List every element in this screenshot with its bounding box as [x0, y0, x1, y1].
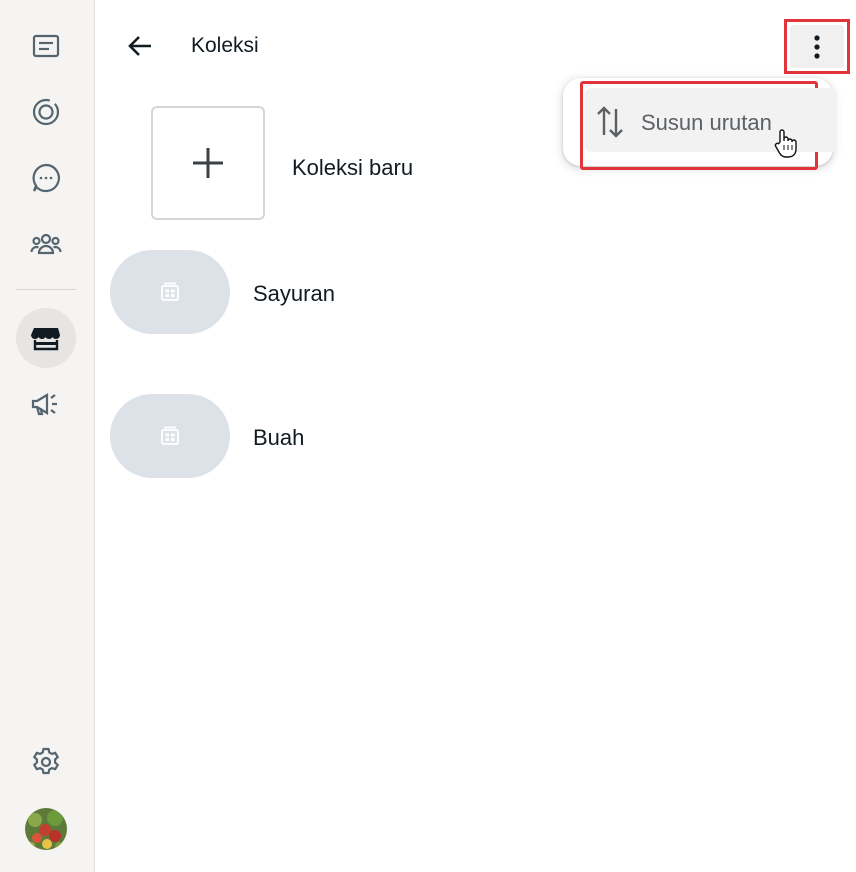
- sort-menu-label: Susun urutan: [641, 110, 772, 135]
- sidebar-item-chats[interactable]: [16, 16, 76, 76]
- arrow-left-icon: [128, 36, 151, 56]
- collection-item-sayuran[interactable]: Sayuran: [110, 250, 710, 334]
- community-icon: [30, 233, 62, 255]
- more-options-button-bg: [790, 25, 844, 68]
- catalog-icon: [161, 426, 179, 445]
- avatar[interactable]: [25, 808, 67, 850]
- new-collection-label[interactable]: Koleksi baru: [292, 155, 413, 181]
- sort-arrows-icon: [597, 106, 623, 138]
- collection-label: Sayuran: [253, 281, 335, 306]
- plus-icon: [193, 148, 223, 178]
- sidebar-item-catalog[interactable]: [16, 308, 76, 368]
- sidebar-divider: [16, 289, 76, 290]
- new-collection-button[interactable]: [151, 106, 265, 220]
- sidebar-item-communities[interactable]: [16, 214, 76, 274]
- megaphone-icon: [31, 393, 57, 416]
- settings-button[interactable]: [16, 732, 76, 792]
- channel-icon: [32, 163, 60, 193]
- sidebar: [0, 0, 95, 872]
- more-options-button[interactable]: [784, 19, 850, 74]
- catalog-icon: [161, 282, 179, 301]
- storefront-icon: [31, 328, 60, 351]
- more-vertical-icon: [814, 34, 820, 59]
- options-dropdown: Susun urutan: [563, 78, 837, 170]
- page-title: Koleksi: [191, 34, 259, 57]
- collection-thumbnail: [110, 394, 230, 478]
- sidebar-item-ads[interactable]: [16, 374, 76, 434]
- chat-list-icon: [32, 34, 60, 58]
- hand-pointer-icon: [774, 129, 797, 158]
- back-button[interactable]: [118, 26, 162, 66]
- status-icon: [32, 98, 60, 126]
- sort-menu-item[interactable]: Susun urutan: [580, 81, 837, 170]
- collection-label: Buah: [253, 425, 305, 450]
- collection-thumbnail: [110, 250, 230, 334]
- sidebar-item-channels[interactable]: [16, 148, 76, 208]
- sidebar-item-status[interactable]: [16, 82, 76, 142]
- gear-icon: [32, 747, 60, 775]
- collection-item-buah[interactable]: Buah: [110, 394, 710, 478]
- avatar-image: [25, 808, 67, 850]
